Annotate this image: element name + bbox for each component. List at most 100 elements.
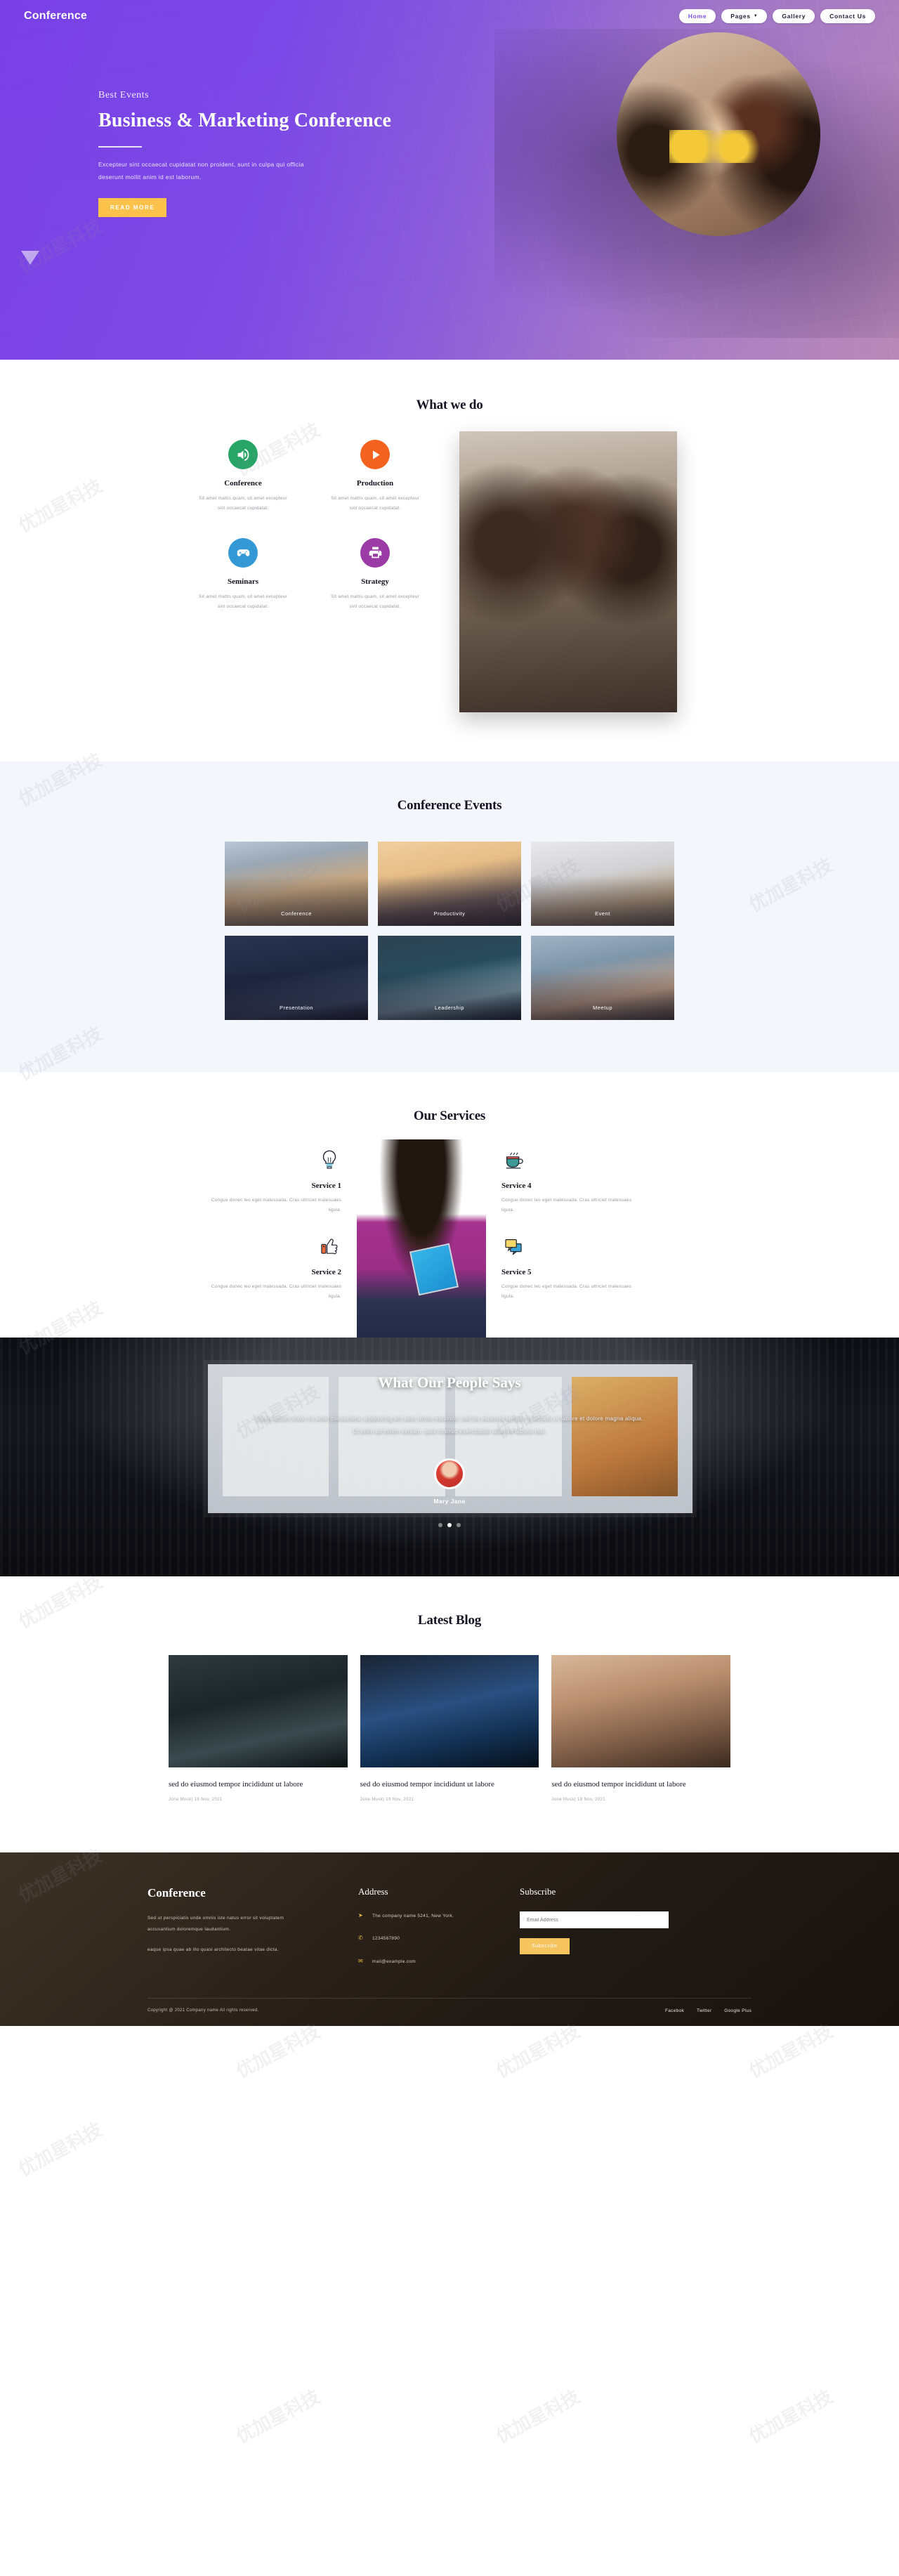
tablet-device [409,1243,459,1296]
subscribe-email-input[interactable] [520,1911,669,1929]
service-desc: Congue donec leo eget malesuada. Cras ul… [211,1198,341,1212]
social-link-facebook[interactable]: Facebok [665,2008,684,2013]
service-item-4[interactable]: Service 4 Congue donec leo eget malesuad… [501,1148,639,1215]
wwd-card-conference[interactable]: Conference Sit amet mattis quam, sit ame… [183,440,303,514]
carousel-dot[interactable] [438,1523,442,1528]
nav-item-contact-label: Contact Us [829,13,866,20]
person-photo [357,1139,486,1347]
nav-item-gallery[interactable]: Gallery [773,9,815,23]
what-we-do-grid: Conference Sit amet mattis quam, sit ame… [183,440,435,612]
nav-item-home-label: Home [688,13,707,20]
services-right-column: Service 4 Congue donec leo eget malesuad… [485,1148,639,1338]
blog-post-title: sed do eiusmod tempor incididunt ut labo… [360,1780,494,1789]
footer-bottom-bar: Copyright @ 2021 Company name All rights… [147,1997,752,2026]
our-services-section: Our Services Service 1 Congue donec leo … [0,1072,899,1347]
nav-item-pages[interactable]: Pages ▼ [721,9,768,23]
blog-post-meta: Jone Musk| 19 Nov, 2021 [551,1798,606,1803]
blog-post[interactable]: sed do eiusmod tempor incididunt ut labo… [169,1655,348,1802]
blog-post-title: sed do eiusmod tempor incididunt ut labo… [551,1780,686,1789]
wwd-card-seminars[interactable]: Seminars Sit amet mattis quam, sit amet … [183,537,303,613]
service-item-2[interactable]: Service 2 Congue donec leo eget malesuad… [204,1234,341,1301]
social-links: Facebok Twitter Google Plus [665,2008,752,2013]
what-we-do-title: What we do [416,398,483,412]
top-navigation: Conference Home Pages ▼ Gallery Contact … [0,0,899,32]
service-name: Service 5 [501,1268,532,1277]
service-desc: Congue donec leo eget malesuada. Cras ul… [501,1284,632,1299]
footer-email-row[interactable]: ✉ mail@example.com [358,1957,520,1967]
event-card[interactable]: Event [531,842,674,926]
speaker-icon [228,440,258,469]
watermark: 优加星科技 [232,2386,324,2448]
what-we-do-section: What we do Conference Sit amet mattis qu… [0,360,899,761]
watermark: 优加星科技 [492,2386,584,2448]
service-desc: Congue donec leo eget malesuada. Cras ul… [211,1284,341,1299]
blog-thumbnail [169,1655,348,1767]
wwd-card-strategy[interactable]: Strategy Sit amet mattis quam, sit amet … [315,537,435,613]
service-item-5[interactable]: Service 5 Congue donec leo eget malesuad… [501,1234,639,1301]
brand-logo[interactable]: Conference [24,10,87,22]
wwd-card-desc: Sit amet mattis quam, sit amet excepteur… [199,496,287,511]
watermark: 优加星科技 [745,2020,836,2083]
hero-content: Best Events Business & Marketing Confere… [98,0,801,217]
hero-read-more-button[interactable]: READ MORE [98,197,167,217]
services-title: Our Services [413,1109,486,1123]
footer-about-2: eaque ipsa quae ab illo quasi architecto… [147,1947,279,1953]
blog-post[interactable]: sed do eiusmod tempor incididunt ut labo… [360,1655,539,1802]
thumbs-up-icon [321,1238,338,1255]
event-card[interactable]: Presentation [225,936,368,1020]
social-link-google-plus[interactable]: Google Plus [724,2008,752,2013]
footer-phone-row[interactable]: ✆ 1234567890 [358,1934,520,1944]
play-icon [360,440,390,469]
footer-about-column: Conference Sed ut perspiciatis unde omni… [147,1886,358,1980]
testimonial-quote: Lorem ipsum dolor sit amet consectetur a… [256,1416,643,1434]
blog-thumbnail [360,1655,539,1767]
testimonial-content: What Our People Says Lorem ipsum dolor s… [0,1338,899,1576]
service-item-1[interactable]: Service 1 Congue donec leo eget malesuad… [204,1148,341,1215]
watermark: 优加星科技 [492,2020,584,2083]
blog-post-title: sed do eiusmod tempor incididunt ut labo… [169,1780,303,1789]
hero-divider [98,145,142,148]
nav-links: Home Pages ▼ Gallery Contact Us [678,9,875,23]
footer-phone-value: 1234567890 [372,1936,400,1942]
gamepad-icon [228,537,258,568]
footer-address-value: The company name 5241, New York. [372,1914,454,1919]
event-card[interactable]: Meetup [531,936,674,1020]
location-icon: ➤ [358,1912,363,1919]
watermark: 优加星科技 [15,2119,106,2181]
footer-email-value: mail@example.com [372,1959,416,1964]
landing-page: Conference Home Pages ▼ Gallery Contact … [0,0,899,2447]
play-triangle-icon[interactable] [21,251,39,265]
what-we-do-photo [459,431,677,712]
hero-title: Business & Marketing Conference [98,110,392,131]
carousel-dot-active[interactable] [447,1523,452,1528]
wwd-card-name: Production [356,479,394,488]
wwd-card-name: Seminars [228,577,258,586]
social-link-twitter[interactable]: Twitter [697,2008,711,2013]
events-grid: Conference Productivity Event Presentati… [225,842,674,1020]
footer-address-column: Address ➤ The company name 5241, New Yor… [358,1886,520,1980]
wwd-card-name: Conference [224,479,262,488]
service-desc: Congue donec leo eget malesuada. Cras ul… [501,1198,632,1212]
chat-bubbles-icon [505,1239,522,1255]
subscribe-button[interactable]: Subscribe [520,1938,570,1955]
event-card[interactable]: Leadership [378,936,521,1020]
nav-item-contact-us[interactable]: Contact Us [820,9,875,23]
event-caption: Conference [281,910,312,917]
event-card[interactable]: Productivity [378,842,521,926]
footer-about-1: Sed ut perspiciatis unde omnis iste natu… [147,1916,284,1932]
services-body: Service 1 Congue donec leo eget malesuad… [204,1139,695,1347]
wwd-card-name: Strategy [361,577,389,586]
conference-events-section: Conference Events Conference Productivit… [0,761,899,1072]
event-card[interactable]: Conference [225,842,368,926]
carousel-dot[interactable] [457,1523,461,1528]
testimonial-section: What Our People Says Lorem ipsum dolor s… [0,1338,899,1576]
wwd-card-desc: Sit amet mattis quam, sit amet excepteur… [331,594,419,609]
latest-blog-section: Latest Blog sed do eiusmod tempor incidi… [0,1576,899,1853]
wwd-card-production[interactable]: Production Sit amet mattis quam, sit ame… [315,440,435,514]
nav-item-home[interactable]: Home [678,9,716,23]
event-caption: Meetup [592,1005,613,1011]
blog-post[interactable]: sed do eiusmod tempor incididunt ut labo… [551,1655,730,1802]
footer-subscribe-heading: Subscribe [520,1886,556,1897]
envelope-icon: ✉ [358,1957,363,1964]
services-center-photo [357,1139,486,1347]
